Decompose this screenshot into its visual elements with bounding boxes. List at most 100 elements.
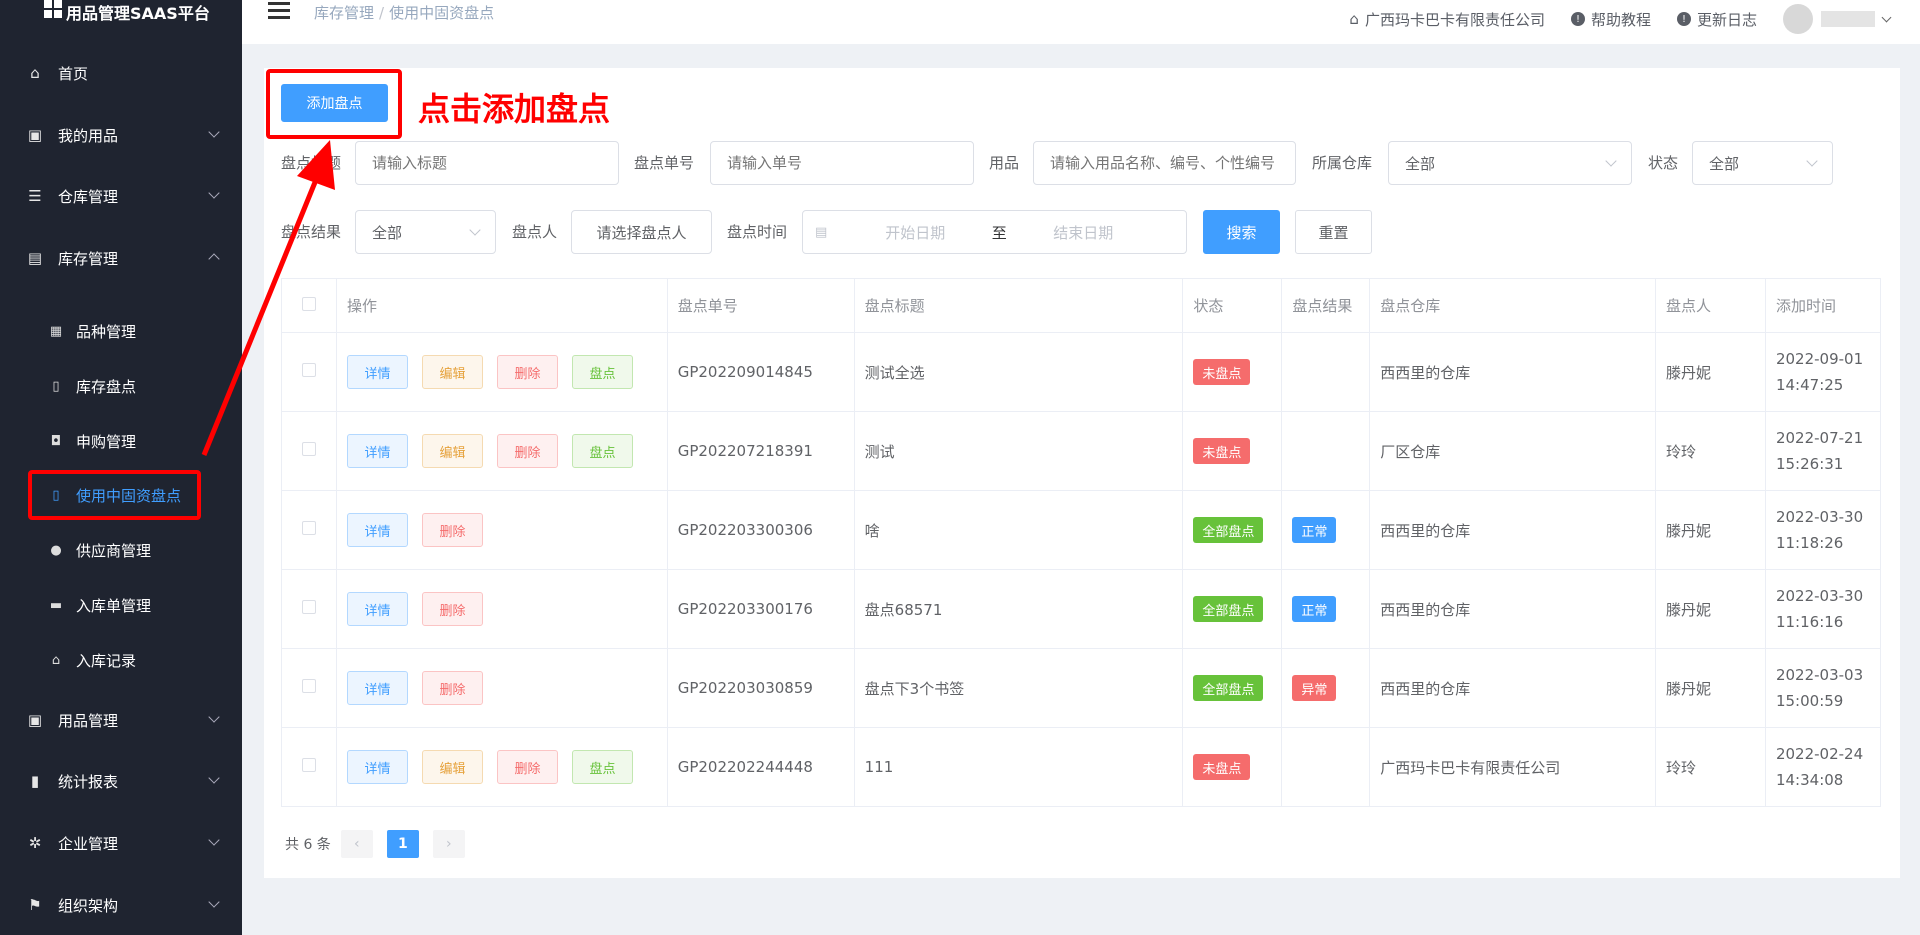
start-date-input[interactable]: 开始日期 xyxy=(861,222,969,243)
sidebar-item-warehouse[interactable]: ☰ 仓库管理 xyxy=(0,171,242,221)
person-cell: 滕丹妮 xyxy=(1655,332,1766,412)
person-cell: 滕丹妮 xyxy=(1655,648,1766,728)
person-cell: 滕丹妮 xyxy=(1655,490,1766,570)
result-cell xyxy=(1281,332,1371,412)
count-table: 操作 盘点单号 盘点标题 状态 盘点结果 盘点仓库 盘点人 添加时间 详情 编辑删… xyxy=(281,278,1882,807)
select-all-checkbox[interactable] xyxy=(301,296,316,311)
breadcrumb: 库存管理 / 使用中固资盘点 xyxy=(314,2,494,23)
row-checkbox[interactable] xyxy=(301,442,316,456)
row-edit-button[interactable]: 编辑 xyxy=(421,750,483,784)
end-date-input[interactable]: 结束日期 xyxy=(1029,222,1137,243)
status-select[interactable]: 全部 xyxy=(1692,141,1833,185)
breadcrumb-item-current: 使用中固资盘点 xyxy=(389,4,495,22)
sidebar-item-inventory[interactable]: ▤ 库存管理 xyxy=(0,233,242,283)
table-header-row: 操作 盘点单号 盘点标题 状态 盘点结果 盘点仓库 盘点人 添加时间 xyxy=(281,278,1882,333)
status-select-value: 全部 xyxy=(1709,154,1740,173)
filter-person-label: 盘点人 xyxy=(512,223,558,241)
chevron-down-icon[interactable] xyxy=(1881,12,1892,22)
warehouse-select[interactable]: 全部 xyxy=(1388,141,1632,185)
changelog-link[interactable]: ! 更新日志 xyxy=(1676,9,1757,30)
page-button[interactable]: 1 xyxy=(386,830,419,858)
row-detail-button[interactable]: 详情 xyxy=(346,434,408,468)
table-row: 详情 删除 GP202203300306 啥全部盘点 正常 西西里的仓库 滕丹妮 2022-0… xyxy=(281,490,1882,570)
row-delete-button[interactable]: 删除 xyxy=(496,434,558,468)
search-button[interactable]: 搜索 xyxy=(1203,210,1280,254)
row-checkbox[interactable] xyxy=(301,521,316,535)
row-detail-button[interactable]: 详情 xyxy=(346,750,408,784)
sidebar-item-label: 申购管理 xyxy=(76,432,137,451)
sidebar-item-org[interactable]: ⚑ 组织架构 xyxy=(0,880,242,930)
sidebar-subitem-variety[interactable]: ▦ 品种管理 xyxy=(0,306,242,356)
logo-icon xyxy=(44,0,62,18)
row-detail-button[interactable]: 详情 xyxy=(346,592,408,626)
result-select[interactable]: 全部 xyxy=(355,210,496,254)
title-input[interactable] xyxy=(355,141,619,185)
company-name: 广西玛卡巴卡有限责任公司 xyxy=(1364,10,1545,29)
select-person-label: 请选择盘点人 xyxy=(596,223,687,242)
company-switch[interactable]: ⌂ 广西玛卡巴卡有限责任公司 xyxy=(1349,9,1545,30)
flag-icon: ⚑ xyxy=(28,896,42,914)
row-select-cell xyxy=(281,332,337,412)
actions-cell: 详情 删除 xyxy=(335,490,668,570)
sidebar-item-goods[interactable]: ▣ 用品管理 xyxy=(0,695,242,745)
row-count-button[interactable]: 盘点 xyxy=(571,355,633,389)
avatar[interactable] xyxy=(1783,4,1813,34)
sidebar-item-label: 供应商管理 xyxy=(76,541,152,560)
row-checkbox[interactable] xyxy=(301,758,316,772)
next-page-button[interactable]: › xyxy=(432,830,465,858)
result-cell: 异常 xyxy=(1281,648,1371,728)
info-icon: ! xyxy=(1676,12,1691,26)
breadcrumb-item[interactable]: 库存管理 xyxy=(314,4,374,22)
annotation-text: 点击添加盘点 xyxy=(418,90,611,128)
row-checkbox[interactable] xyxy=(301,679,316,693)
menu-toggle-icon[interactable] xyxy=(268,2,290,19)
order-no-cell: GP202203030859 xyxy=(666,648,855,728)
sidebar-item-label: 企业管理 xyxy=(58,834,119,853)
row-checkbox[interactable] xyxy=(301,600,316,614)
order-no-input[interactable] xyxy=(710,141,974,185)
sidebar-subitem-stock-count[interactable]: ▯ 库存盘点 xyxy=(0,361,242,411)
select-person-button[interactable]: 请选择盘点人 xyxy=(571,210,712,254)
row-delete-button[interactable]: 删除 xyxy=(421,513,483,547)
status-cell: 全部盘点 xyxy=(1182,490,1283,570)
prev-page-button[interactable]: ‹ xyxy=(340,830,373,858)
row-count-button[interactable]: 盘点 xyxy=(571,750,633,784)
status-tag: 全部盘点 xyxy=(1193,517,1264,543)
row-delete-button[interactable]: 删除 xyxy=(496,750,558,784)
sidebar-item-my-goods[interactable]: ▣ 我的用品 xyxy=(0,110,242,160)
printer-icon: ▬ xyxy=(49,597,63,613)
row-delete-button[interactable]: 删除 xyxy=(421,671,483,705)
row-delete-button[interactable]: 删除 xyxy=(421,592,483,626)
row-detail-button[interactable]: 详情 xyxy=(346,513,408,547)
date-range-picker[interactable]: ▤ 开始日期 至 结束日期 xyxy=(802,210,1187,254)
row-detail-button[interactable]: 详情 xyxy=(346,355,408,389)
goods-input[interactable] xyxy=(1033,141,1296,185)
sidebar-item-enterprise[interactable]: ✲ 企业管理 xyxy=(0,818,242,868)
warehouse-cell: 西西里的仓库 xyxy=(1369,490,1657,570)
sidebar-subitem-stock-in-records[interactable]: ⌂ 入库记录 xyxy=(0,635,242,685)
chevron-down-icon xyxy=(208,126,220,138)
row-detail-button[interactable]: 详情 xyxy=(346,671,408,705)
row-select-cell xyxy=(281,648,337,728)
chevron-down-icon xyxy=(208,834,220,846)
help-link[interactable]: ! 帮助教程 xyxy=(1570,9,1651,30)
result-tag: 正常 xyxy=(1292,596,1337,622)
row-delete-button[interactable]: 删除 xyxy=(496,355,558,389)
sidebar-subitem-stock-in[interactable]: ▬ 入库单管理 xyxy=(0,580,242,630)
changelog-label: 更新日志 xyxy=(1696,10,1757,29)
row-checkbox[interactable] xyxy=(301,363,316,377)
sidebar-subitem-purchase[interactable]: ◘ 申购管理 xyxy=(0,416,242,466)
row-edit-button[interactable]: 编辑 xyxy=(421,434,483,468)
reset-button[interactable]: 重置 xyxy=(1295,210,1372,254)
sidebar-subitem-supplier[interactable]: ● 供应商管理 xyxy=(0,525,242,575)
sidebar-item-home[interactable]: ⌂ 首页 xyxy=(0,48,242,98)
sidebar-item-reports[interactable]: ▮ 统计报表 xyxy=(0,756,242,806)
status-tag: 未盘点 xyxy=(1193,754,1251,780)
actions-cell: 详情 编辑 删除 盘点 xyxy=(335,332,668,412)
row-edit-button[interactable]: 编辑 xyxy=(421,355,483,389)
order-no-cell: GP202202244448 xyxy=(666,727,855,807)
row-count-button[interactable]: 盘点 xyxy=(571,434,633,468)
status-tag: 全部盘点 xyxy=(1193,596,1264,622)
sidebar-item-label: 用品管理 xyxy=(58,711,119,730)
user-name-blurred[interactable] xyxy=(1821,11,1875,27)
